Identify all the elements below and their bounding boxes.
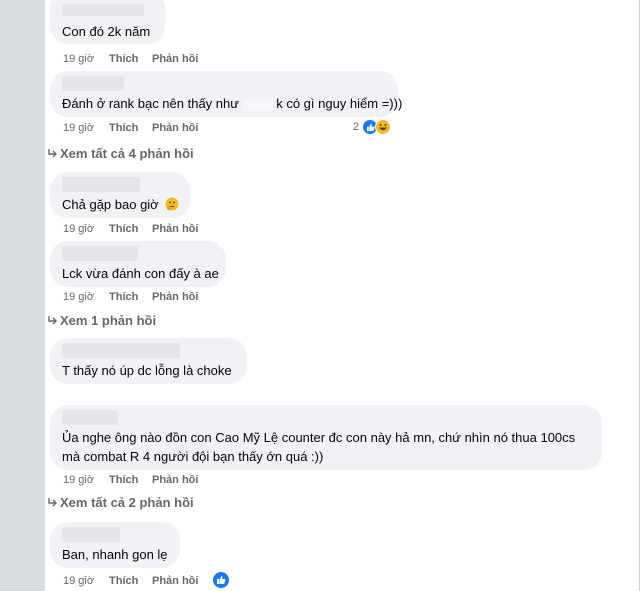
comment-time[interactable]: 19 giờ xyxy=(63,575,109,587)
comment-time[interactable]: 19 giờ xyxy=(63,291,109,303)
like-button[interactable]: Thích xyxy=(109,122,152,134)
reaction-count: 2 xyxy=(353,121,360,133)
like-button[interactable]: Thích xyxy=(109,291,152,303)
comment-actions: 19 giờ Thích Phản hồi xyxy=(63,575,198,587)
comment-text: T thấy nó úp dc lỗng là choke xyxy=(62,363,232,378)
reply-button[interactable]: Phản hồi xyxy=(152,474,198,486)
reply-arrow-icon xyxy=(48,495,60,510)
commenter-name-redacted[interactable] xyxy=(62,410,118,425)
comment-text: Chả gặp bao giờ xyxy=(62,195,179,214)
comment-text-part: Đánh ở rank bạc nên thấy như xyxy=(62,96,239,111)
like-button[interactable]: Thích xyxy=(109,474,152,486)
comment-bubble: Ủa nghe ông nào đồn con Cao Mỹ Lệ counte… xyxy=(50,405,602,470)
haha-reaction-icon xyxy=(375,119,392,135)
comment-text: Ủa nghe ông nào đồn con Cao Mỹ Lệ counte… xyxy=(62,428,575,466)
view-replies-link[interactable]: Xem tất cả 4 phản hồi xyxy=(48,146,194,161)
commenter-name-redacted[interactable] xyxy=(62,4,144,16)
reply-button[interactable]: Phản hồi xyxy=(152,53,198,65)
comment-actions: 19 giờ Thích Phản hồi xyxy=(63,53,198,65)
like-button[interactable]: Thích xyxy=(109,223,152,235)
comment-bubble: T thấy nó úp dc lỗng là choke xyxy=(50,338,247,384)
comment-text: Con đó 2k năm xyxy=(62,24,151,39)
comment-text-line: Ủa nghe ông nào đồn con Cao Mỹ Lệ counte… xyxy=(62,430,576,445)
thinking-emoji-icon xyxy=(165,197,179,211)
reply-button[interactable]: Phản hồi xyxy=(152,223,198,235)
comment-actions: 19 giờ Thích Phản hồi xyxy=(63,474,198,486)
comment-time[interactable]: 19 giờ xyxy=(63,53,109,65)
commenter-name-redacted[interactable] xyxy=(62,527,120,542)
comment-time[interactable]: 19 giờ xyxy=(63,223,109,235)
comment-text: Ban, nhanh gon lẹ xyxy=(62,547,168,562)
commenter-name-redacted[interactable] xyxy=(62,246,138,261)
comment-bubble: Đánh ở rank bạc nên thấy như k có gì ngu… xyxy=(50,71,402,117)
view-replies-label: Xem tất cả 4 phản hồi xyxy=(60,146,194,161)
commenter-name-redacted[interactable] xyxy=(62,343,180,358)
reply-button[interactable]: Phản hồi xyxy=(152,122,198,134)
reaction-summary[interactable] xyxy=(212,571,230,589)
comment-text-line: mà combat R 4 người đội bạn thấy ớn quá … xyxy=(62,449,324,464)
view-replies-label: Xem tất cả 2 phản hồi xyxy=(60,495,194,510)
reply-arrow-icon xyxy=(48,313,60,328)
view-replies-label: Xem 1 phản hồi xyxy=(60,313,157,328)
comment-text-part: Chả gặp bao giờ xyxy=(62,197,159,212)
reaction-summary[interactable]: 2 xyxy=(353,119,392,135)
comment-time[interactable]: 19 giờ xyxy=(63,474,109,486)
comment-time[interactable]: 19 giờ xyxy=(63,122,109,134)
redacted-name xyxy=(242,98,273,111)
comment-bubble: Ban, nhanh gon lẹ xyxy=(50,522,180,568)
like-reaction-icon xyxy=(212,571,230,589)
comment-text: Đánh ở rank bạc nên thấy như k có gì ngu… xyxy=(62,94,402,113)
commenter-name-redacted[interactable] xyxy=(62,177,140,192)
avatar-column xyxy=(0,0,45,591)
reply-button[interactable]: Phản hồi xyxy=(152,291,198,303)
comment-actions: 19 giờ Thích Phản hồi xyxy=(63,122,198,134)
like-button[interactable]: Thích xyxy=(109,575,152,587)
reply-arrow-icon xyxy=(48,146,60,161)
like-button[interactable]: Thích xyxy=(109,53,152,65)
comment-text: Lck vừa đánh con đấy à ae xyxy=(62,266,219,281)
comment-actions: 19 giờ Thích Phản hồi xyxy=(63,223,198,235)
reply-button[interactable]: Phản hồi xyxy=(152,575,198,587)
comment-text-part: k có gì nguy hiểm =))) xyxy=(276,96,403,111)
comment-bubble: Con đó 2k năm xyxy=(50,0,165,44)
view-replies-link[interactable]: Xem tất cả 2 phản hồi xyxy=(48,495,194,510)
comment-actions: 19 giờ Thích Phản hồi xyxy=(63,291,198,303)
comment-bubble: Lck vừa đánh con đấy à ae xyxy=(50,241,226,287)
comment-bubble: Chả gặp bao giờ xyxy=(50,172,190,218)
commenter-name-redacted[interactable] xyxy=(62,76,124,91)
view-replies-link[interactable]: Xem 1 phản hồi xyxy=(48,313,156,328)
